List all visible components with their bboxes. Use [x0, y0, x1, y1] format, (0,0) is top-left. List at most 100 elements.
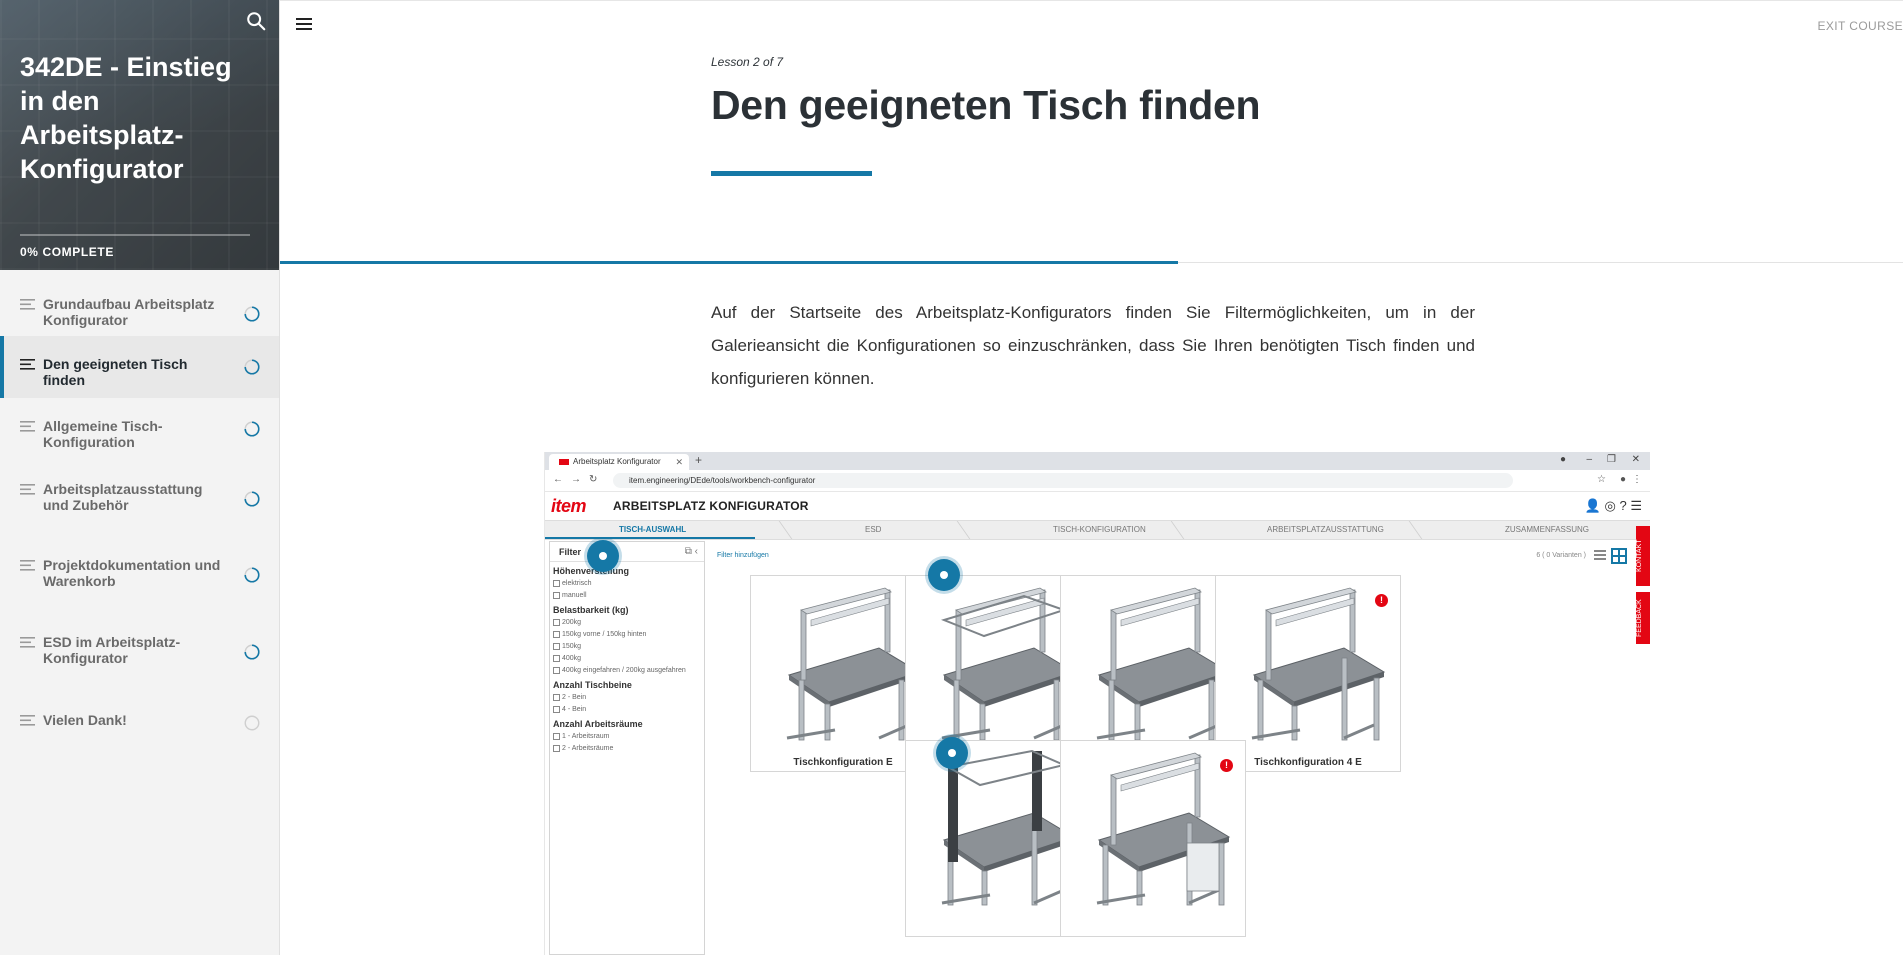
wizard-steps: TISCH-AUSWAHL ESD TISCH-KONFIGURATION ARBEI…: [545, 520, 1650, 540]
filter-option: manuell: [553, 589, 704, 601]
wizard-step: TISCH-AUSWAHL: [619, 525, 687, 534]
lesson-lines-icon: [20, 359, 35, 370]
filter-option-label: 1 - Arbeitsraum: [562, 732, 610, 740]
language-icon: ◎: [1604, 498, 1616, 513]
window-close-icon: ✕: [1631, 454, 1640, 465]
warning-icon: !: [1375, 594, 1388, 607]
lesson-item[interactable]: Vielen Dank!: [0, 692, 279, 752]
course-completion-text: 0% COMPLETE: [20, 245, 114, 259]
filter-group: Anzahl Arbeitsräume 1 - Arbeitsraum 2 - Ar…: [550, 715, 704, 754]
filter-title: Filter: [559, 547, 582, 557]
checkbox: [553, 591, 560, 599]
lesson-title: Den geeigneten Tisch finden: [711, 82, 1261, 128]
lesson-item[interactable]: Den geeigneten Tisch finden: [0, 336, 279, 398]
kebab-menu-icon: ⋮: [1632, 474, 1642, 485]
lesson-item-label: Projektdokumentation und Warenkorb: [43, 557, 221, 589]
course-sidebar: 342DE - Einstieg in den Arbeitsplatz-Kon…: [0, 0, 280, 955]
back-icon: ←: [553, 474, 563, 485]
checkbox: [553, 705, 560, 713]
filter-option: 2 - Arbeitsräume: [553, 742, 704, 754]
lesson-lines-icon: [20, 421, 35, 432]
filter-option-label: 150kg: [562, 642, 582, 650]
lesson-list: Grundaufbau Arbeitsplatz Konfigurator Den…: [0, 276, 279, 752]
lesson-item-label: Den geeigneten Tisch finden: [43, 356, 188, 388]
filter-option-label: elektrisch: [562, 579, 592, 587]
lesson-item-label: ESD im Arbeitsplatz-Konfigurator: [43, 634, 181, 666]
lesson-lines-icon: [20, 560, 35, 571]
filter-group-title: Höhenverstellung: [553, 566, 630, 576]
configuration-card: !: [1060, 740, 1246, 937]
lesson-progress-fill: [280, 261, 1178, 264]
course-title: 342DE - Einstieg in den Arbeitsplatz-Kon…: [20, 52, 232, 184]
view-toggle-icon: [1594, 548, 1627, 564]
close-icon: ✕: [675, 457, 683, 467]
lesson-content: EXIT COURSE Lesson 2 of 7 Den geeigneten…: [280, 0, 1903, 955]
menu-icon: ☰: [1630, 498, 1642, 513]
filter-option: 400kg eingefahren / 200kg ausgefahren: [553, 664, 704, 676]
lesson-item-label: Grundaufbau Arbeitsplatz Konfigurator: [43, 296, 215, 328]
lesson-item[interactable]: Arbeitsplatzausstattung und Zubehör: [0, 461, 279, 537]
hotspot-marker-gallery[interactable]: [928, 559, 960, 591]
exit-course-link[interactable]: EXIT COURSE: [1817, 19, 1903, 33]
wizard-step: ZUSAMMENFASSUNG: [1505, 525, 1590, 534]
profile-icon: ●: [1619, 474, 1626, 485]
checkbox: [553, 579, 560, 587]
lesson-item[interactable]: Projektdokumentation und Warenkorb: [0, 537, 279, 614]
lesson-item-label: Allgemeine Tisch-Konfiguration: [43, 418, 163, 450]
hotspot-marker-card[interactable]: [936, 737, 968, 769]
progress-ring-icon: [244, 421, 260, 437]
address-row: ← → ↻ item.engineering/DEde/tools/workbe…: [545, 470, 1650, 492]
browser-tab-title: Arbeitsplatz Konfigurator: [573, 457, 661, 466]
lesson-item[interactable]: Grundaufbau Arbeitsplatz Konfigurator: [0, 276, 279, 336]
checkbox: [553, 744, 560, 752]
course-progress-bar: [20, 234, 250, 236]
lesson-item-label: Vielen Dank!: [43, 712, 127, 728]
item-logo: item: [551, 496, 587, 516]
wizard-step: ESD: [865, 525, 882, 534]
course-header: 342DE - Einstieg in den Arbeitsplatz-Kon…: [0, 0, 279, 270]
filter-panel: Filter ⧉ ‹ Höhenverstellung elektrisch man…: [549, 541, 705, 955]
workbench-image: [1096, 587, 1231, 741]
search-icon[interactable]: [245, 10, 267, 32]
lesson-item[interactable]: Allgemeine Tisch-Konfiguration: [0, 398, 279, 461]
lesson-lines-icon: [20, 637, 35, 648]
checkbox: [553, 693, 560, 701]
filter-option: elektrisch: [553, 577, 704, 589]
top-border: [280, 0, 1903, 1]
help-icon: ?: [1619, 498, 1627, 513]
minimize-icon: –: [1586, 454, 1592, 465]
filter-option: 400kg: [553, 652, 704, 664]
app-title: ARBEITSPLATZ KONFIGURATOR: [613, 499, 809, 513]
filter-group-title: Anzahl Arbeitsräume: [553, 719, 643, 729]
filter-option-label: 200kg: [562, 618, 582, 626]
filter-option-label: 2 - Bein: [562, 693, 587, 701]
step-separator: [1170, 521, 1194, 539]
hotspot-marker-filter[interactable]: [587, 540, 619, 572]
checkbox: [553, 732, 560, 740]
hamburger-icon[interactable]: [296, 17, 314, 31]
filter-groups: Höhenverstellung elektrisch manuell Belastb…: [550, 562, 704, 754]
user-icon: 👤: [1584, 498, 1601, 513]
lesson-item[interactable]: ESD im Arbeitsplatz-Konfigurator: [0, 614, 279, 692]
variants-count: 6 ( 0 Varianten ): [1536, 552, 1586, 559]
progress-ring-icon: [244, 306, 260, 322]
reload-icon: ↻: [589, 474, 598, 485]
record-icon: ●: [1559, 454, 1566, 465]
lesson-counter: Lesson 2 of 7: [711, 55, 784, 69]
lesson-paragraph: Auf der Startseite des Arbeitsplatz-Konf…: [711, 303, 1475, 388]
star-icon: ☆: [1597, 474, 1606, 485]
progress-ring-icon: [244, 359, 260, 375]
kontakt-tab: KONTAKT: [1636, 526, 1650, 586]
step-separator: [778, 521, 802, 539]
title-underline: [711, 171, 872, 176]
filter-option-label: manuell: [562, 591, 587, 599]
checkbox: [553, 618, 560, 626]
workbench-image: [1096, 752, 1231, 906]
step-separator: [956, 521, 980, 539]
filter-add-link: Filter hinzufügen: [717, 552, 769, 559]
checkbox: [553, 654, 560, 662]
new-tab-icon: +: [695, 453, 703, 467]
filter-group-title: Belastbarkeit (kg): [553, 605, 629, 615]
workbench-image: [786, 587, 921, 741]
filter-option: 4 - Bein: [553, 703, 704, 715]
